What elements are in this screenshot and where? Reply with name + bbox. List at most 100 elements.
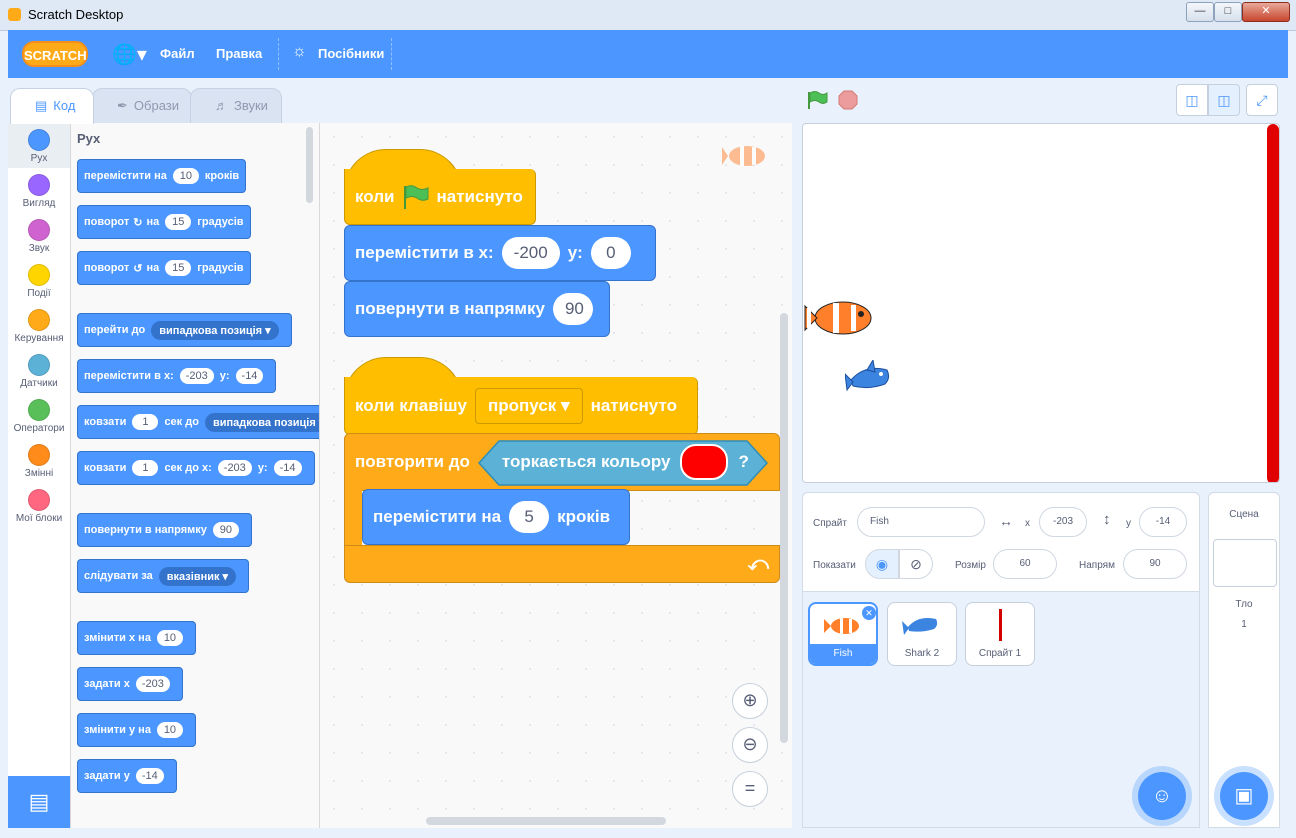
steps-input[interactable]: 5 bbox=[509, 501, 550, 533]
zoom-out-button[interactable]: ⊖ bbox=[732, 727, 768, 763]
delete-sprite-icon[interactable]: ✕ bbox=[862, 606, 876, 620]
block-turn-left[interactable]: поворот ↺ на 15 градусів bbox=[77, 251, 251, 285]
red-bar-sprite[interactable] bbox=[1267, 124, 1279, 482]
normal-stage-button[interactable]: ◫ bbox=[1208, 84, 1240, 116]
block-input[interactable]: -14 bbox=[273, 460, 302, 476]
show-visible-button[interactable]: ◉ bbox=[865, 549, 899, 579]
add-sprite-button[interactable]: ☺ bbox=[1138, 772, 1186, 820]
block-input[interactable]: -14 bbox=[235, 368, 264, 384]
block-dropdown[interactable]: вказівник ▾ bbox=[158, 566, 237, 586]
block-glide-to[interactable]: ковзати1сек довипадкова позиція ▾ bbox=[77, 405, 319, 439]
category-menu: Рух Вигляд Звук Події Керування Датчики … bbox=[8, 123, 71, 828]
zoom-reset-button[interactable]: = bbox=[732, 771, 768, 807]
category-my-blocks[interactable]: Мої блоки bbox=[8, 483, 70, 524]
block-dropdown[interactable]: випадкова позиція ▾ bbox=[151, 320, 279, 340]
show-hidden-button[interactable]: ⊘ bbox=[899, 549, 933, 579]
tab-sounds[interactable]: ♬ Звуки bbox=[190, 88, 282, 124]
block-input[interactable]: 15 bbox=[165, 260, 192, 276]
block-move-steps[interactable]: перемістити на 10 кроків bbox=[77, 159, 247, 193]
menu-tutorials[interactable]: Посібники bbox=[318, 46, 384, 61]
category-looks[interactable]: Вигляд bbox=[8, 168, 70, 209]
block-input[interactable]: 1 bbox=[132, 414, 159, 430]
sprite-thumb-fish[interactable]: Fish ✕ bbox=[808, 602, 878, 666]
block-turn-right[interactable]: поворот ↻ на 15 градусів bbox=[77, 205, 251, 239]
scratch-logo[interactable]: SCRATCH bbox=[22, 41, 88, 67]
workspace-hscrollbar[interactable] bbox=[426, 817, 666, 825]
menu-edit[interactable]: Правка bbox=[216, 46, 262, 61]
sprite-thumb-sprite1[interactable]: Спрайт 1 bbox=[965, 602, 1035, 666]
zoom-out-icon: ⊖ bbox=[742, 734, 758, 754]
block-point-towards[interactable]: слідувати за вказівник ▾ bbox=[77, 559, 250, 593]
globe-icon[interactable]: 🌐▾ bbox=[112, 42, 147, 67]
block-input[interactable]: -203 bbox=[179, 368, 214, 384]
color-swatch[interactable] bbox=[680, 444, 729, 480]
direction-input[interactable]: 90 bbox=[552, 293, 593, 325]
small-stage-button[interactable]: ◫ bbox=[1176, 84, 1208, 116]
block-set-y[interactable]: задати y -14 bbox=[77, 759, 177, 793]
block-set-x[interactable]: задати x -203 bbox=[77, 667, 183, 701]
category-dot bbox=[28, 444, 50, 466]
maximize-button[interactable]: □ bbox=[1214, 2, 1242, 22]
block-dropdown[interactable]: випадкова позиція ▾ bbox=[204, 412, 319, 432]
stage-canvas[interactable] bbox=[802, 123, 1280, 483]
touching-color-condition[interactable]: торкається кольору ? bbox=[477, 440, 769, 486]
block-point-direction[interactable]: повернути в напрямку 90 bbox=[77, 513, 252, 547]
block-input[interactable]: 10 bbox=[156, 630, 183, 646]
y-input[interactable]: 0 bbox=[590, 237, 631, 269]
close-button[interactable]: ✕ bbox=[1242, 2, 1290, 22]
category-variables[interactable]: Змінні bbox=[8, 438, 70, 479]
sprite-direction-input[interactable]: 90 bbox=[1123, 549, 1187, 579]
block-go-to-xy[interactable]: перемістити в x: -203 y: -14 bbox=[77, 359, 277, 393]
category-operators[interactable]: Оператори bbox=[8, 393, 70, 434]
block-input[interactable]: -14 bbox=[135, 768, 164, 784]
block-input[interactable]: 10 bbox=[156, 722, 183, 738]
category-label: Змінні bbox=[24, 468, 54, 479]
block-go-to[interactable]: перейти до випадкова позиція ▾ bbox=[77, 313, 292, 347]
sprite-x-input[interactable]: -203 bbox=[1039, 507, 1087, 537]
category-events[interactable]: Події bbox=[8, 258, 70, 299]
minimize-button[interactable]: — bbox=[1186, 2, 1214, 22]
sprite-thumb-shark[interactable]: Shark 2 bbox=[887, 602, 957, 666]
shark-sprite[interactable] bbox=[845, 360, 893, 394]
block-input[interactable]: 90 bbox=[212, 522, 239, 538]
zoom-in-button[interactable]: ⊕ bbox=[732, 683, 768, 719]
repeat-until-block[interactable]: повторити до торкається кольору ? bbox=[344, 433, 780, 491]
add-backdrop-button[interactable]: ▣ bbox=[1220, 772, 1268, 820]
green-flag-button[interactable] bbox=[806, 90, 828, 110]
menu-file[interactable]: Файл bbox=[160, 46, 195, 61]
rotate-right-icon: ↻ bbox=[133, 216, 143, 229]
fullscreen-button[interactable]: ⤢ bbox=[1246, 84, 1278, 116]
tab-costumes[interactable]: ✒ Образи bbox=[92, 88, 192, 124]
menu-bar: SCRATCH 🌐▾ Файл Правка ☼ Посібники bbox=[8, 30, 1288, 78]
go-to-xy-block[interactable]: перемістити в x: -200 y: 0 bbox=[344, 225, 656, 281]
category-sensing[interactable]: Датчики bbox=[8, 348, 70, 389]
category-motion[interactable]: Рух bbox=[8, 123, 70, 168]
block-input[interactable]: 15 bbox=[165, 214, 192, 230]
move-steps-block[interactable]: перемістити на 5 кроків bbox=[362, 489, 630, 545]
sprite-name-input[interactable]: Fish bbox=[857, 507, 985, 537]
sprite-size-input[interactable]: 60 bbox=[993, 549, 1057, 579]
category-sound[interactable]: Звук bbox=[8, 213, 70, 254]
block-input[interactable]: -203 bbox=[135, 676, 170, 692]
workspace-vscrollbar[interactable] bbox=[780, 313, 788, 743]
fish-sprite[interactable] bbox=[803, 294, 875, 342]
point-direction-block[interactable]: повернути в напрямку 90 bbox=[344, 281, 610, 337]
block-input[interactable]: 1 bbox=[132, 460, 159, 476]
when-flag-clicked-block[interactable]: коли натиснуто bbox=[344, 169, 536, 225]
block-input[interactable]: 10 bbox=[172, 168, 199, 184]
backdrop-thumbnail[interactable] bbox=[1213, 539, 1277, 587]
stop-button[interactable] bbox=[838, 90, 858, 110]
block-change-y[interactable]: змінити y на 10 bbox=[77, 713, 196, 747]
category-control[interactable]: Керування bbox=[8, 303, 70, 344]
add-extension-button[interactable]: ▤ bbox=[8, 776, 70, 828]
palette-scrollbar[interactable] bbox=[306, 127, 313, 203]
x-input[interactable]: -200 bbox=[501, 237, 560, 269]
key-dropdown[interactable]: пропуск ▾ bbox=[475, 387, 583, 424]
block-input[interactable]: -203 bbox=[217, 460, 252, 476]
tab-code[interactable]: ▤ Код bbox=[10, 88, 94, 124]
block-glide-to-xy[interactable]: ковзати 1 сек до x: -203 y: -14 bbox=[77, 451, 315, 485]
when-key-pressed-block[interactable]: коли клавішу пропуск ▾ натиснуто bbox=[344, 377, 698, 435]
sprite-y-input[interactable]: -14 bbox=[1139, 507, 1187, 537]
script-workspace[interactable]: коли натиснуто перемістити в x: -200 y: … bbox=[320, 123, 792, 828]
block-change-x[interactable]: змінити x на 10 bbox=[77, 621, 196, 655]
